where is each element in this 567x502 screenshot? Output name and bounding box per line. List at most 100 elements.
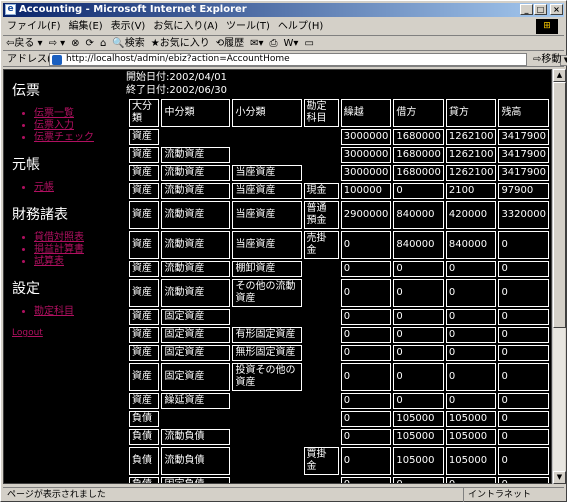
table-cell: 840000: [393, 201, 444, 229]
zone-indicator: イントラネット: [463, 488, 561, 502]
discuss-button[interactable]: ▭: [301, 37, 316, 51]
table-cell: 0: [393, 477, 444, 483]
header-account-title: 勘定科目: [303, 99, 339, 127]
table-cell: 固定資産: [161, 327, 231, 343]
address-url: http://localhost/admin/ebiz?action=Accou…: [66, 54, 290, 64]
link-voucher-check[interactable]: 伝票チェック: [34, 132, 94, 143]
list-item: 伝票入力: [34, 120, 122, 132]
scroll-thumb[interactable]: [553, 82, 566, 328]
table-cell: 固定資産: [161, 309, 231, 325]
table-cell: [161, 411, 230, 427]
table-cell: 105000: [393, 411, 444, 427]
list-item: 損益計算書: [34, 244, 122, 256]
link-income-statement[interactable]: 損益計算書: [34, 244, 84, 255]
table-cell: 資産: [129, 147, 160, 163]
table-row: 資産 流動資産 当座資産 売掛金 0 840000 840000 0: [129, 231, 549, 259]
table-row: 資産 流動資産 当座資産 3000000 1680000 1262100 3417900: [129, 165, 549, 181]
maximize-button[interactable]: □: [534, 4, 547, 15]
section-title-statements: 財務諸表: [12, 207, 68, 223]
minimize-button[interactable]: _: [520, 4, 533, 15]
header-balance: 残高: [498, 99, 549, 127]
table-cell: 0: [445, 309, 497, 325]
table-cell: 資産: [129, 201, 160, 229]
status-bar: ページが表示されました イントラネット: [3, 487, 564, 502]
table-cell: 資産: [129, 309, 160, 325]
table-cell: 97900: [498, 183, 549, 199]
search-button[interactable]: 🔍検索: [109, 37, 147, 51]
table-row: 資産 固定資産 無形固定資産 0 0 0 0: [129, 345, 549, 361]
header-middle-category: 中分類: [161, 99, 231, 127]
window-title: Accounting - Microsoft Internet Explorer: [19, 4, 247, 15]
link-balance-sheet[interactable]: 貸借対照表: [34, 232, 84, 243]
table-cell: 0: [445, 393, 497, 409]
header-major-category: 大分類: [129, 99, 160, 127]
link-account-titles[interactable]: 勘定科目: [34, 306, 74, 317]
table-cell: 3417900: [498, 147, 549, 163]
ie-logo-icon: e: [5, 4, 16, 15]
scroll-down-button[interactable]: ▼: [553, 471, 566, 484]
link-voucher-entry[interactable]: 伝票入力: [34, 120, 74, 131]
table-row: 資産 流動資産 棚卸資産 0 0 0 0: [129, 261, 549, 277]
table-cell: 0: [498, 429, 549, 445]
table-cell: 0: [393, 393, 444, 409]
table-cell: 3320000: [498, 201, 549, 229]
close-button[interactable]: ×: [550, 4, 563, 15]
table-cell: 0: [340, 477, 392, 483]
favorites-button[interactable]: ★お気に入り: [148, 37, 213, 51]
link-voucher-list[interactable]: 伝票一覧: [34, 108, 74, 119]
menu-help[interactable]: ヘルプ(H): [274, 18, 327, 36]
table-cell: [304, 147, 339, 163]
title-bar: e Accounting - Microsoft Internet Explor…: [3, 3, 564, 17]
sidebar: 伝票 伝票一覧 伝票入力 伝票チェック 元帳 元帳 財務諸表 貸借対照表 損益計…: [12, 80, 122, 338]
table-row: 負債 流動負債 買掛金 0 105000 105000 0: [129, 447, 549, 475]
table-cell: 資産: [129, 129, 160, 145]
table-cell: 0: [340, 429, 392, 445]
table-cell: 流動資産: [161, 279, 231, 307]
table-cell: [304, 279, 339, 307]
table-cell: 0: [393, 345, 444, 361]
history-button[interactable]: ⟲履歴: [213, 37, 247, 51]
table-cell: 105000: [445, 411, 497, 427]
vertical-scrollbar[interactable]: ▲ ▼: [552, 69, 566, 484]
main-panel: 開始日付:2002/04/01 終了日付:2002/06/30 大分類 中分類 …: [126, 70, 551, 483]
table-row: 負債 0 105000 105000 0: [129, 411, 549, 427]
table-cell: 資産: [129, 327, 160, 343]
menu-view[interactable]: 表示(V): [107, 18, 150, 36]
edit-button[interactable]: W▾: [281, 37, 302, 51]
section-title-ledger: 元帳: [12, 157, 40, 173]
mail-button[interactable]: ✉▾: [247, 37, 266, 51]
print-button[interactable]: ⎙: [267, 37, 281, 51]
table-cell: 0: [340, 447, 392, 475]
table-cell: [232, 477, 301, 483]
menu-file[interactable]: ファイル(F): [3, 18, 65, 36]
table-cell: 負債: [129, 477, 160, 483]
back-button[interactable]: ⇦戻る ▾: [3, 37, 46, 51]
link-trial-balance[interactable]: 試算表: [34, 256, 64, 267]
table-cell: [161, 129, 230, 145]
home-button[interactable]: ⌂: [97, 37, 109, 51]
forward-button[interactable]: ⇨ ▾: [46, 37, 69, 51]
scroll-up-button[interactable]: ▲: [553, 69, 566, 82]
menu-favorites[interactable]: お気に入り(A): [149, 18, 222, 36]
table-cell: [304, 165, 339, 181]
table-cell: 0: [340, 411, 392, 427]
refresh-button[interactable]: ⟳: [83, 37, 97, 51]
table-cell: 当座資産: [232, 231, 302, 259]
stop-button[interactable]: ⊗: [68, 37, 82, 51]
table-cell: 資産: [129, 363, 160, 391]
table-cell: 105000: [445, 447, 497, 475]
table-cell: 0: [498, 363, 549, 391]
table-cell: 0: [393, 279, 444, 307]
menu-edit[interactable]: 編集(E): [65, 18, 107, 36]
table-cell: 資産: [129, 231, 160, 259]
table-cell: 負債: [129, 429, 160, 445]
link-ledger[interactable]: 元帳: [34, 182, 54, 193]
table-cell: 0: [445, 327, 497, 343]
toolbar: ⇦戻る ▾ ⇨ ▾ ⊗ ⟳ ⌂ 🔍検索 ★お気に入り ⟲履歴 ✉▾ ⎙ W▾ ▭: [3, 37, 564, 51]
menu-tools[interactable]: ツール(T): [222, 18, 274, 36]
table-cell: 固定資産: [161, 363, 231, 391]
logout-link[interactable]: Logout: [12, 328, 122, 338]
list-item: 元帳: [34, 182, 122, 194]
address-input[interactable]: http://localhost/admin/ebiz?action=Accou…: [49, 53, 567, 66]
go-button[interactable]: ⇨移動: [533, 52, 561, 67]
